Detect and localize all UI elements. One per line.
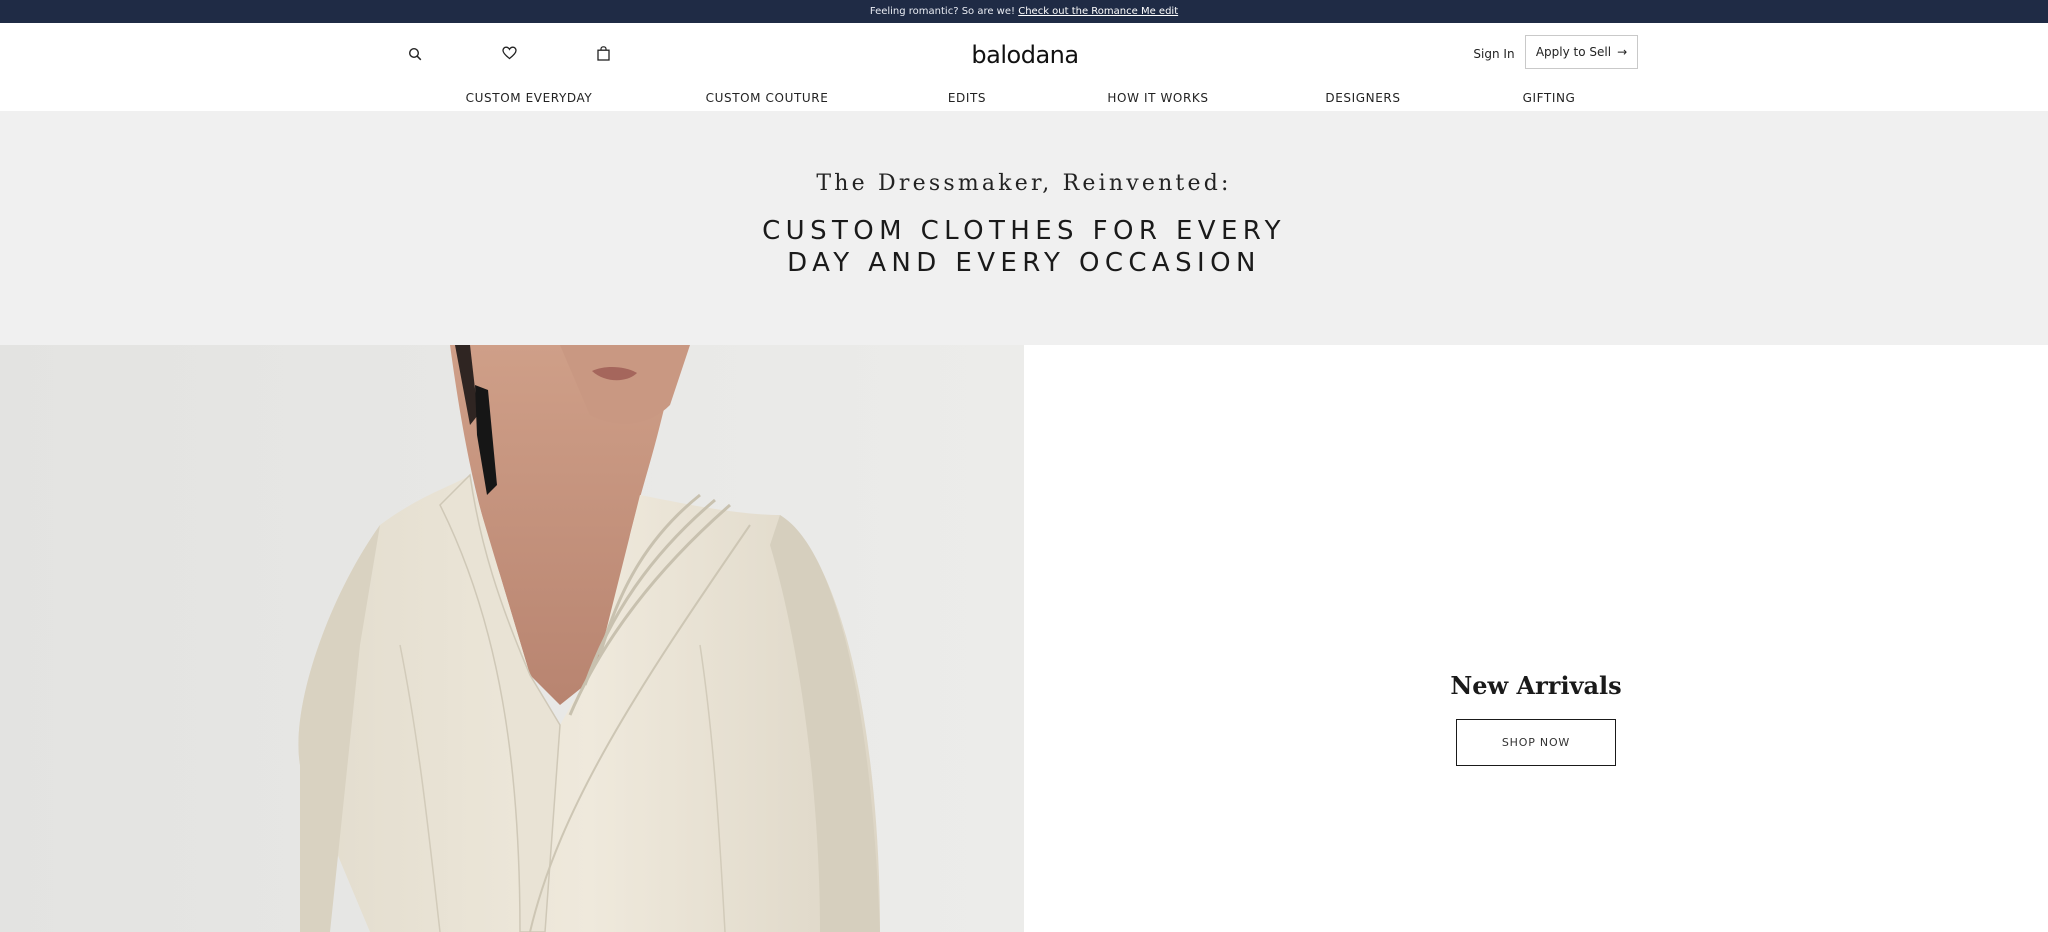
hero-headline: CUSTOM CLOTHES FOR EVERY DAY AND EVERY O… (762, 216, 1286, 278)
hero-tagline: The Dressmaker, Reinvented: (816, 171, 1232, 196)
search-icon[interactable] (403, 42, 427, 66)
announcement-bar: Feeling romantic? So are we! Check out t… (0, 0, 2048, 23)
nav-item-custom-couture[interactable]: CUSTOM COUTURE (706, 85, 829, 111)
nav-item-custom-everyday[interactable]: CUSTOM EVERYDAY (466, 85, 593, 111)
nav-item-how-it-works[interactable]: HOW IT WORKS (1107, 85, 1208, 111)
shopping-bag-icon[interactable] (591, 41, 615, 65)
new-arrivals-title: New Arrivals (1450, 671, 1622, 700)
nav-item-gifting[interactable]: GIFTING (1523, 85, 1576, 111)
product-photo[interactable] (0, 345, 1024, 932)
announcement-link[interactable]: Check out the Romance Me edit (1018, 6, 1178, 17)
apply-to-sell-label: Apply to Sell (1535, 45, 1612, 59)
site-logo[interactable]: balodana (960, 37, 1090, 73)
apply-to-sell-button[interactable]: Apply to Sell → (1525, 35, 1638, 69)
hero-banner: The Dressmaker, Reinvented: CUSTOM CLOTH… (0, 111, 2048, 345)
model-illustration (0, 345, 1024, 932)
heart-icon[interactable] (497, 41, 521, 65)
announcement-text: Feeling romantic? So are we! (869, 6, 1019, 17)
main-nav: CUSTOM EVERYDAY CUSTOM COUTURE EDITS HOW… (0, 85, 2048, 111)
site-header: balodana Sign In Apply to Sell → CUSTOM … (0, 23, 2048, 111)
shop-now-button[interactable]: SHOP NOW (1456, 719, 1616, 766)
nav-item-edits[interactable]: EDITS (948, 85, 986, 111)
sign-in-link[interactable]: Sign In (1470, 44, 1518, 64)
new-arrivals-panel: New Arrivals SHOP NOW (1024, 345, 2048, 932)
nav-item-designers[interactable]: DESIGNERS (1325, 85, 1400, 111)
arrow-right-icon: → (1617, 45, 1628, 59)
